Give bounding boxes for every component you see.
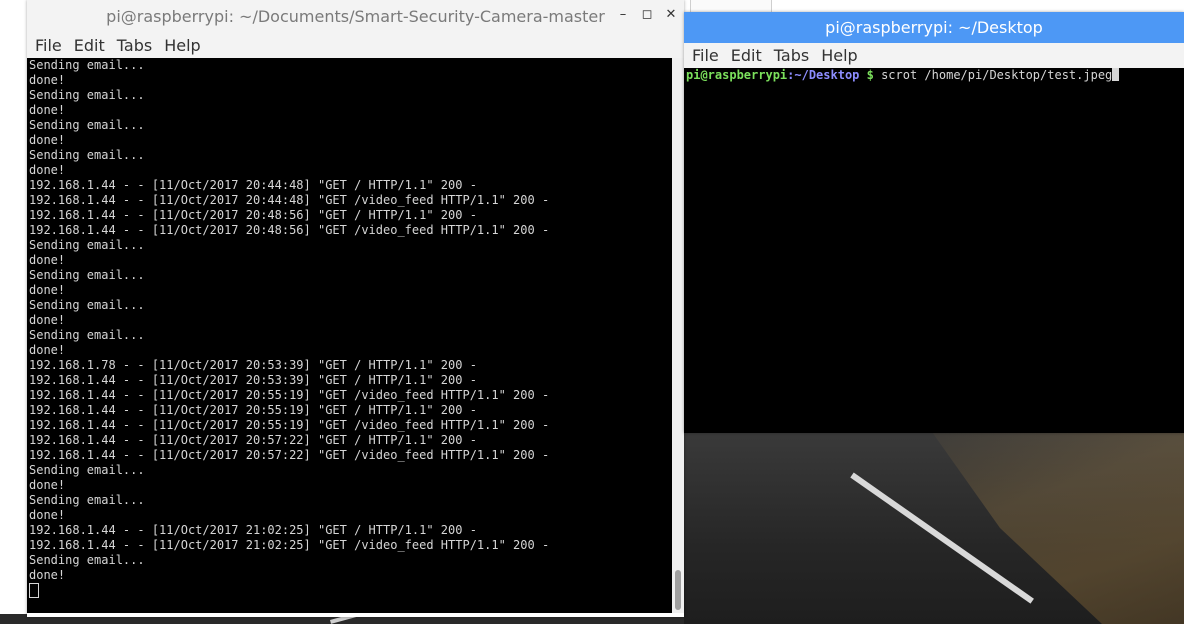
minimize-icon[interactable]: –: [616, 6, 630, 22]
terminal-line: 192.168.1.44 - - [11/Oct/2017 21:02:25] …: [29, 538, 550, 552]
terminal-line: 192.168.1.44 - - [11/Oct/2017 20:57:22] …: [29, 448, 550, 462]
terminal-line: Sending email...: [29, 148, 145, 162]
terminal-line: Sending email...: [29, 268, 145, 282]
window-title: pi@raspberrypi: ~/Documents/Smart-Securi…: [106, 7, 605, 26]
terminal-line: Sending email...: [29, 118, 145, 132]
prompt-symbol: $: [859, 68, 874, 82]
terminal-line: 192.168.1.44 - - [11/Oct/2017 20:55:19] …: [29, 388, 550, 402]
terminal-line: 192.168.1.44 - - [11/Oct/2017 20:48:56] …: [29, 208, 477, 222]
menu-tabs[interactable]: Tabs: [111, 36, 158, 55]
scrollbar-thumb[interactable]: [675, 570, 681, 610]
close-icon[interactable]: ✕: [664, 6, 678, 22]
terminal-line: Sending email...: [29, 238, 145, 252]
window-controls: – ◻ ✕: [616, 6, 678, 22]
terminal-line: 192.168.1.44 - - [11/Oct/2017 20:44:48] …: [29, 178, 477, 192]
terminal-line: 192.168.1.44 - - [11/Oct/2017 20:55:19] …: [29, 403, 477, 417]
terminal-line: done!: [29, 103, 66, 117]
terminal-line: done!: [29, 568, 66, 582]
terminal-line: Sending email...: [29, 553, 145, 567]
terminal-line: Sending email...: [29, 298, 145, 312]
terminal-line: 192.168.1.44 - - [11/Oct/2017 21:02:25] …: [29, 523, 477, 537]
scrollbar[interactable]: [672, 58, 684, 613]
prompt-user: pi@raspberrypi: [686, 68, 788, 82]
terminal-line: 192.168.1.44 - - [11/Oct/2017 20:44:48] …: [29, 193, 550, 207]
menu-help[interactable]: Help: [815, 46, 863, 65]
terminal-line: done!: [29, 508, 66, 522]
terminal-cursor-line: [27, 583, 672, 598]
terminal-line: done!: [29, 253, 66, 267]
terminal-line: Sending email...: [29, 58, 145, 72]
menu-bar: File Edit Tabs Help: [27, 33, 684, 58]
terminal-line: done!: [29, 73, 66, 87]
menu-file[interactable]: File: [686, 46, 725, 65]
menu-file[interactable]: File: [29, 36, 68, 55]
terminal-line: Sending email...: [29, 328, 145, 342]
desktop-wallpaper: [684, 432, 1184, 624]
terminal-line: done!: [29, 283, 66, 297]
menu-edit[interactable]: Edit: [68, 36, 111, 55]
command-line[interactable]: pi@raspberrypi:~/Desktop $ scrot /home/p…: [684, 68, 1184, 83]
menu-edit[interactable]: Edit: [725, 46, 768, 65]
maximize-icon[interactable]: ◻: [640, 6, 654, 22]
terminal-line: done!: [29, 133, 66, 147]
terminal-line: 192.168.1.44 - - [11/Oct/2017 20:55:19] …: [29, 418, 550, 432]
menu-bar: File Edit Tabs Help: [684, 43, 1184, 68]
window-title: pi@raspberrypi: ~/Desktop: [825, 18, 1043, 37]
terminal-line: Sending email...: [29, 88, 145, 102]
terminal-window-camera[interactable]: pi@raspberrypi: ~/Documents/Smart-Securi…: [27, 0, 684, 617]
terminal-output[interactable]: Sending email... done! Sending email... don…: [27, 58, 672, 613]
prompt-path: :~/Desktop: [787, 68, 860, 82]
text-cursor: [29, 583, 39, 598]
terminal-line: done!: [29, 478, 66, 492]
terminal-line: 192.168.1.44 - - [11/Oct/2017 20:57:22] …: [29, 433, 477, 447]
terminal-line: Sending email...: [29, 463, 145, 477]
window-titlebar-active[interactable]: pi@raspberrypi: ~/Desktop: [684, 12, 1184, 43]
window-titlebar[interactable]: pi@raspberrypi: ~/Documents/Smart-Securi…: [27, 0, 684, 33]
terminal-line: Sending email...: [29, 493, 145, 507]
terminal-line: 192.168.1.44 - - [11/Oct/2017 20:53:39] …: [29, 373, 477, 387]
terminal-input[interactable]: pi@raspberrypi:~/Desktop $ scrot /home/p…: [684, 68, 1184, 433]
menu-tabs[interactable]: Tabs: [768, 46, 815, 65]
typed-command: scrot /home/pi/Desktop/test.jpeg: [873, 68, 1113, 82]
terminal-line: done!: [29, 313, 66, 327]
terminal-line: done!: [29, 163, 66, 177]
menu-help[interactable]: Help: [158, 36, 206, 55]
terminal-line: done!: [29, 343, 66, 357]
terminal-line: 192.168.1.78 - - [11/Oct/2017 20:53:39] …: [29, 358, 477, 372]
text-cursor: [1112, 68, 1120, 81]
terminal-line: 192.168.1.44 - - [11/Oct/2017 20:48:56] …: [29, 223, 550, 237]
terminal-window-desktop[interactable]: pi@raspberrypi: ~/Desktop File Edit Tabs…: [684, 12, 1184, 433]
